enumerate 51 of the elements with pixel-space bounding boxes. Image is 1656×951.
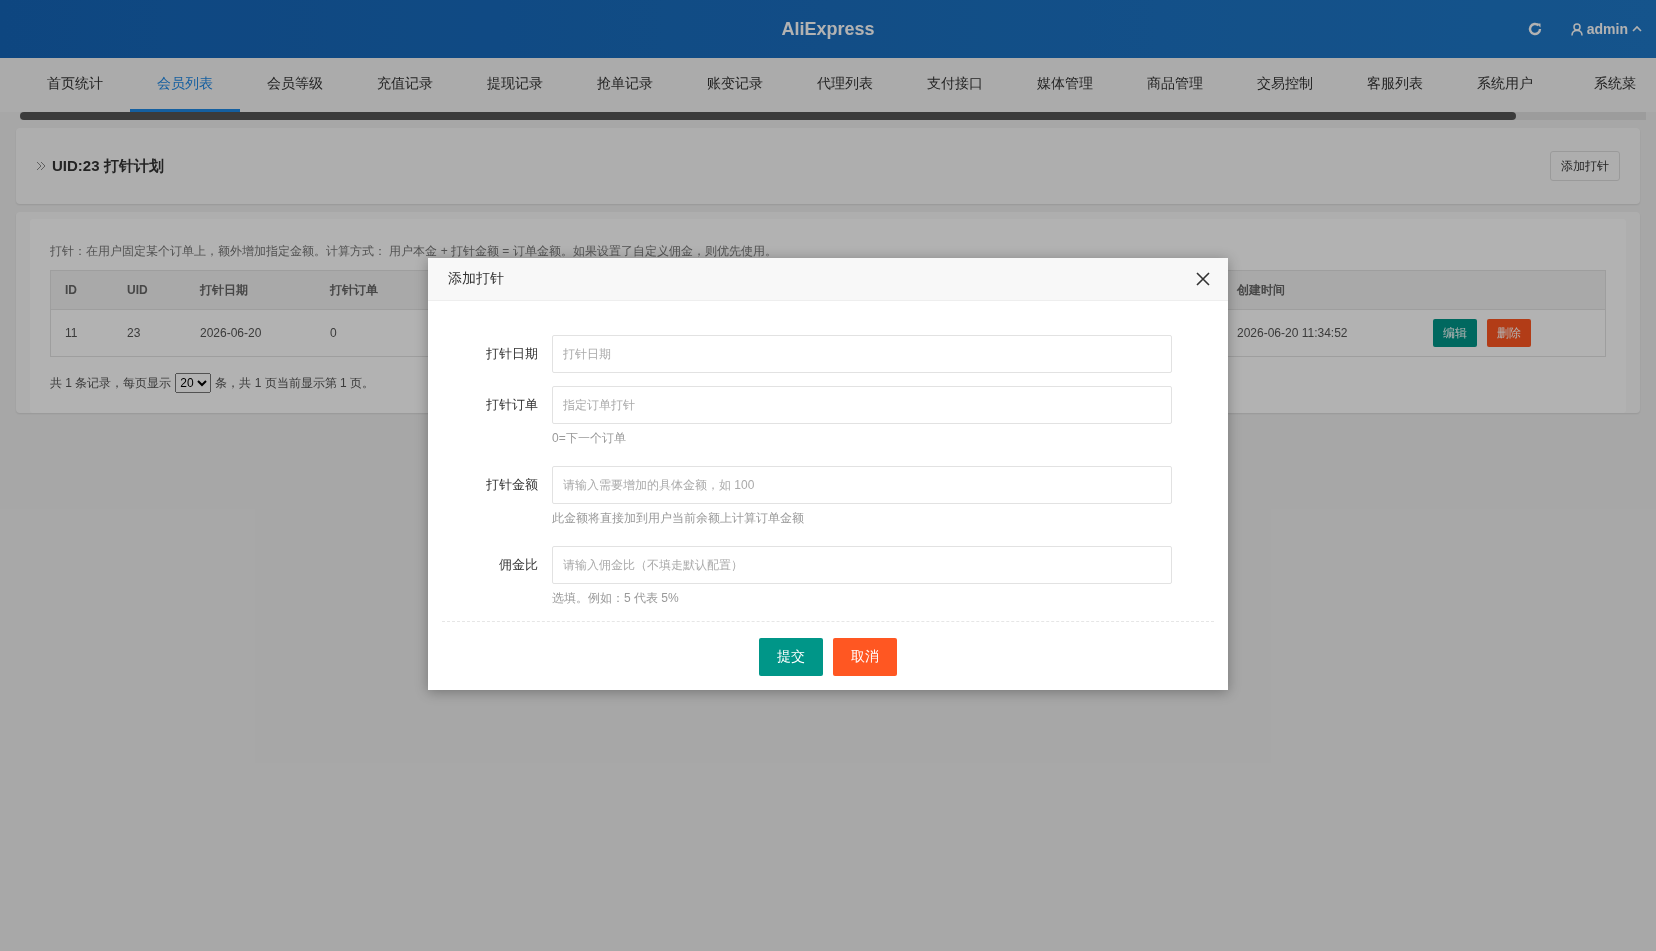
page-size-select[interactable]: 20 [175,373,212,393]
field-label: 打针日期 [485,345,538,363]
app-title: AliExpress [781,18,875,40]
nav-tab[interactable]: 充值记录 [350,58,460,112]
column-header: UID [127,283,148,297]
user-icon [1570,22,1583,36]
field-hint: 此金额将直接加到用户当前余额上计算订单金额 [552,510,805,527]
nav-tab[interactable]: 商品管理 [1120,58,1230,112]
nav-tab[interactable]: 系统菜 [1560,58,1656,112]
caret-icon [1632,25,1642,33]
input-field[interactable]: 打针日期 [552,335,1172,373]
table-cell: 2026-06-20 [200,326,262,340]
submit-button[interactable]: 提交 [759,638,823,676]
input-field[interactable]: 请输入需要增加的具体金额，如 100 [552,466,1172,504]
nav-tab[interactable]: 会员等级 [240,58,350,112]
pager-text: 条，共 1 页当前显示第 1 页。 [215,374,375,392]
table-cell: 2026-06-20 11:34:52 [1237,326,1348,340]
user-menu[interactable]: admin [1570,21,1642,37]
field-hint: 0=下一个订单 [552,430,627,447]
field-label: 佣金比 [498,556,538,574]
table-cell: 23 [127,326,141,340]
nav-tab[interactable]: 交易控制 [1230,58,1340,112]
dialog-title: 添加打针 [448,270,504,288]
nav-tab[interactable]: 代理列表 [790,58,900,112]
column-header: 打针日期 [200,281,248,299]
close-icon[interactable] [1196,272,1210,286]
horizontal-scrollbar[interactable] [20,112,1646,120]
nav-tab[interactable]: 首页统计 [20,58,130,112]
nav-tab[interactable]: 抢单记录 [570,58,680,112]
page-title: UID:23 打针计划 [36,156,164,176]
nav-tab[interactable]: 客服列表 [1340,58,1450,112]
field-label: 打针金额 [485,476,538,494]
add-button[interactable]: 添加打针 [1550,151,1620,181]
column-header: ID [65,283,77,297]
column-header: 打针订单 [330,281,378,299]
nav-tab[interactable]: 媒体管理 [1010,58,1120,112]
nav-tab[interactable]: 系统用户 [1450,58,1560,112]
notice-text: 打针：在用户固定某个订单上，额外增加指定金额。计算方式： 用户本金 + 打针金额 = 订单金额。如果设置了自定义佣金，则优先使用。 [50,243,778,260]
nav-tab[interactable]: 账变记录 [680,58,790,112]
input-field[interactable]: 请输入佣金比（不填走默认配置） [552,546,1172,584]
column-header: 创建时间 [1237,281,1285,299]
pager-text: 共 1 条记录，每页显示 [50,374,172,392]
nav-tab[interactable]: 支付接口 [900,58,1010,112]
field-label: 打针订单 [485,396,538,414]
refresh-icon[interactable] [1526,21,1543,37]
double-chevron-icon [36,161,46,171]
field-hint: 选填。例如：5 代表 5% [552,590,680,607]
table-cell: 11 [65,326,78,340]
input-field[interactable]: 指定订单打针 [552,386,1172,424]
nav-tab[interactable]: 提现记录 [460,58,570,112]
table-cell: 0 [330,326,337,340]
